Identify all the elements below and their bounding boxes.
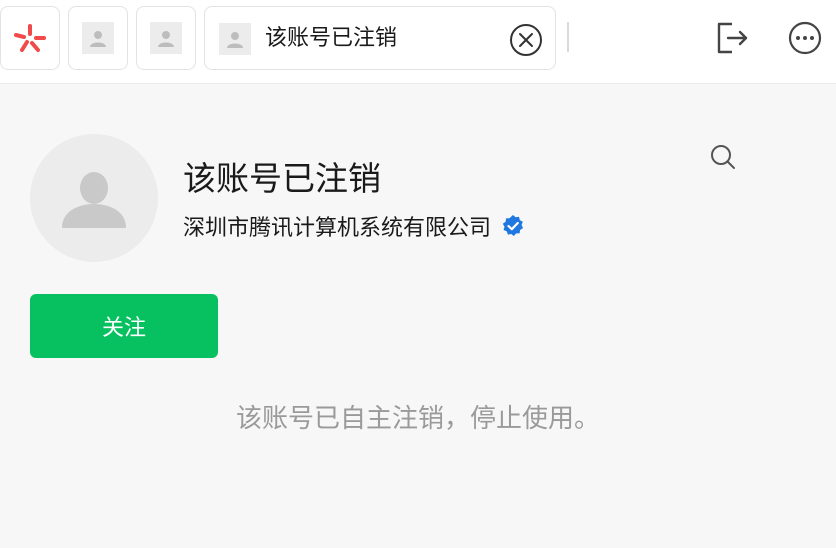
verified-badge-icon <box>502 215 524 236</box>
close-icon <box>510 24 542 56</box>
top-bar: 该账号已注销 <box>0 0 836 84</box>
tab-account-1[interactable] <box>68 6 128 70</box>
default-avatar-icon <box>62 172 126 228</box>
tab-app[interactable] <box>0 6 60 70</box>
close-tab-button[interactable] <box>509 23 543 57</box>
more-icon <box>788 21 822 55</box>
exit-icon <box>717 22 748 54</box>
avatar <box>30 134 158 262</box>
divider <box>567 22 569 52</box>
deactivated-notice: 该账号已自主注销，停止使用。 <box>235 404 600 434</box>
account-name: 该账号已注销 <box>183 159 381 198</box>
search-icon <box>711 145 735 169</box>
tab-account-2[interactable] <box>136 6 196 70</box>
account-placeholder-icon <box>150 22 182 54</box>
pinwheel-logo-icon <box>14 24 46 52</box>
account-placeholder-icon <box>82 22 114 54</box>
account-placeholder-icon <box>219 23 251 55</box>
more-button[interactable] <box>785 18 825 58</box>
follow-button[interactable]: 关注 <box>30 294 218 358</box>
exit-button[interactable] <box>712 18 752 58</box>
search-button[interactable] <box>706 140 740 174</box>
org-row: 深圳市腾讯计算机系统有限公司 <box>183 209 525 243</box>
tab-title: 该账号已注销 <box>265 26 398 51</box>
tab-active[interactable]: 该账号已注销 <box>204 6 556 70</box>
org-name[interactable]: 深圳市腾讯计算机系统有限公司 <box>183 210 491 242</box>
